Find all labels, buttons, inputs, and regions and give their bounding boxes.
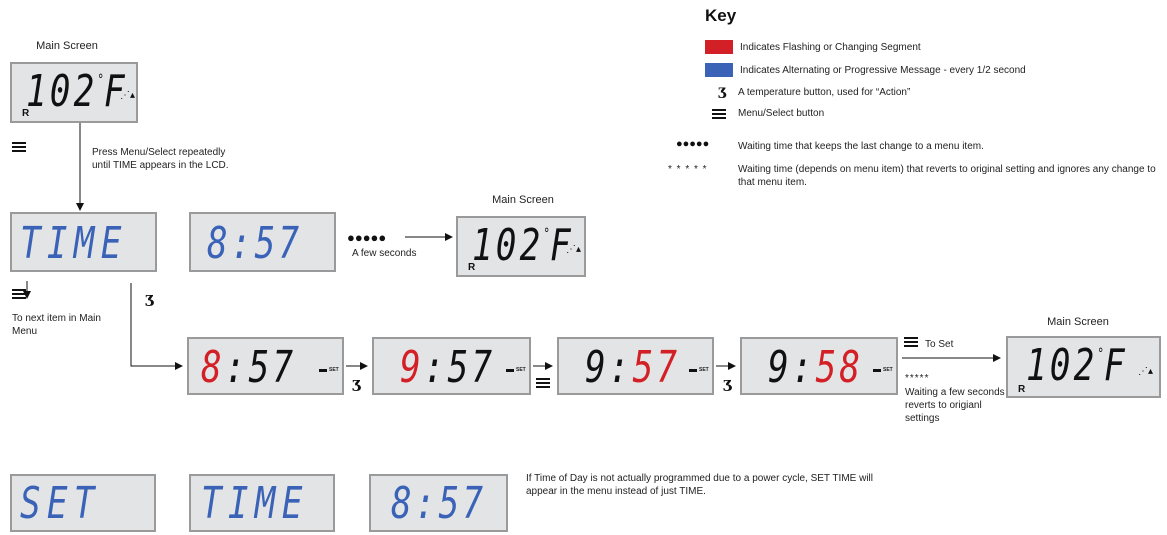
lcd-time-value-2: 8:57	[369, 474, 508, 532]
dash-segment	[873, 369, 881, 372]
lcd-step-1: 8:57 SET	[187, 337, 344, 395]
temperature-readout: 102°F	[1026, 340, 1128, 391]
step1-digits: 8:57	[201, 342, 297, 393]
step2-digits: 9:57	[400, 342, 496, 393]
power-cycle-note: If Time of Day is not actually programme…	[526, 473, 873, 497]
heater-icon: ⋰▴	[566, 244, 582, 255]
temperature-readout: 102°F	[26, 66, 128, 117]
waiting-dots: ●●●●●	[347, 230, 387, 245]
lcd-main-screen-1: 102°F R ⋰▴	[10, 62, 138, 123]
a-few-seconds-label: A few seconds	[352, 248, 417, 259]
key-alternating: Indicates Alternating or Progressive Mes…	[740, 65, 1026, 76]
main-screen-label: Main Screen	[1047, 316, 1109, 328]
key-flashing: Indicates Flashing or Changing Segment	[740, 42, 921, 53]
lcd-step-2: 9:57 SET	[372, 337, 531, 395]
key-stars-desc: Waiting time (depends on menu item) that…	[738, 164, 1156, 188]
lcd-main-screen-2: 102°F R ⋰▴	[456, 216, 586, 277]
menu-select-icon	[904, 337, 918, 349]
temperature-button-icon: ʒ	[145, 289, 154, 307]
step3-digits: 9:57	[585, 342, 681, 393]
lcd-set: SET	[10, 474, 156, 532]
menu-select-icon	[12, 289, 26, 301]
set-tag: SET	[329, 367, 339, 373]
r-indicator: R	[22, 108, 30, 119]
instruction-press-menu: Press Menu/Select repeatedly until TIME …	[92, 147, 229, 171]
dash-segment	[319, 369, 327, 372]
r-indicator: R	[468, 262, 476, 273]
r-indicator: R	[1018, 384, 1026, 395]
set-word: SET	[20, 478, 101, 529]
temperature-button-icon: ʒ	[352, 374, 361, 392]
temperature-readout: 102°F	[472, 220, 574, 271]
key-stars-symbol: * * * * *	[668, 164, 708, 175]
lcd-step-4: 9:58 SET	[740, 337, 898, 395]
lcd-time-value: 8:57	[189, 212, 336, 272]
set-tag: SET	[516, 367, 526, 373]
lcd-step-3: 9:57 SET	[557, 337, 714, 395]
set-tag: SET	[883, 367, 893, 373]
dash-segment	[689, 369, 697, 372]
to-set-label: To Set	[925, 339, 954, 350]
blue-swatch	[705, 63, 733, 77]
arrow-time-to-step1	[130, 283, 183, 370]
key-dots-symbol: ●●●●●	[676, 138, 710, 150]
dash-segment	[506, 369, 514, 372]
lcd-main-screen-3: 102°F R ⋰▴	[1006, 336, 1161, 398]
key-menu-button: Menu/Select button	[738, 108, 825, 119]
key-title: Key	[705, 6, 737, 25]
key-temp-button: A temperature button, used for “Action”	[738, 87, 911, 98]
to-next-item-label: To next item in Main Menu	[12, 313, 101, 337]
set-tag: SET	[699, 367, 709, 373]
lcd-time: TIME	[10, 212, 157, 272]
red-swatch	[705, 40, 733, 54]
heater-icon: ⋰▴	[1138, 366, 1154, 377]
key-dots-desc: Waiting time that keeps the last change …	[738, 141, 984, 152]
menu-select-icon	[12, 142, 26, 154]
menu-select-icon	[536, 378, 550, 390]
main-screen-label: Main Screen	[492, 194, 554, 206]
temperature-button-icon: ʒ	[718, 83, 726, 99]
time-value: 8:57	[391, 478, 487, 529]
time-value: 8:57	[207, 218, 303, 269]
step4-digits: 9:58	[768, 342, 864, 393]
menu-select-icon	[712, 109, 726, 121]
temperature-button-icon: ʒ	[723, 374, 732, 392]
lcd-time-2: TIME	[189, 474, 335, 532]
waiting-revert-label: Waiting a few seconds reverts to origian…	[905, 387, 1005, 424]
waiting-stars: *****	[905, 373, 930, 384]
time-word: TIME	[20, 218, 128, 269]
heater-icon: ⋰▴	[120, 90, 136, 101]
time-word: TIME	[201, 478, 309, 529]
main-screen-label: Main Screen	[36, 40, 98, 52]
